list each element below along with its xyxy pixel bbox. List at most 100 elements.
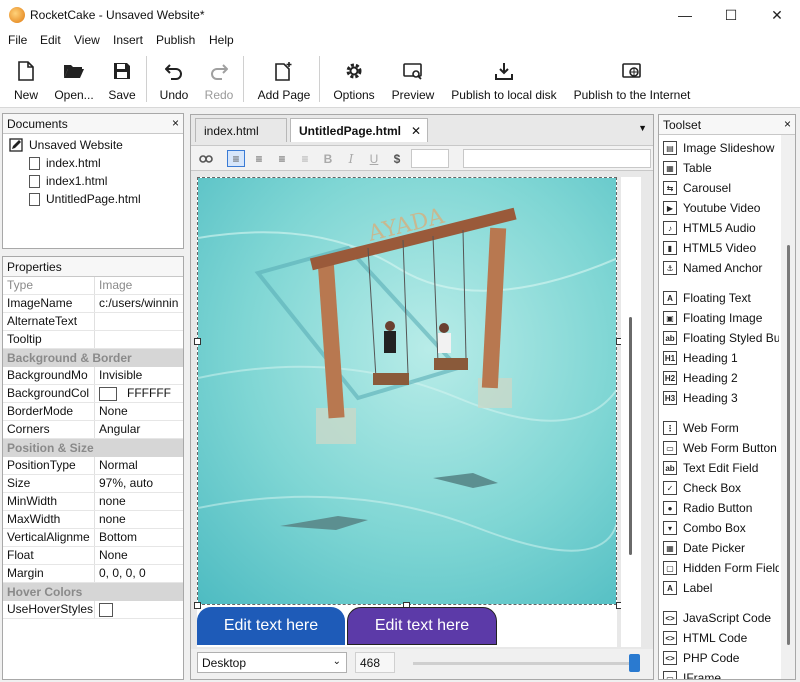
property-row[interactable]: MinWidth none [3,493,183,511]
toolset-item-h3[interactable]: H3 Heading 3 [663,389,738,407]
menu-file[interactable]: File [8,33,27,47]
toolset-item-radio[interactable]: ● Radio Button [663,499,752,517]
property-value[interactable]: Angular [95,421,183,438]
property-value[interactable] [95,313,183,330]
toolset-scroll-thumb[interactable] [787,245,790,645]
toolset-item-combobox[interactable]: ▾ Combo Box [663,519,746,537]
property-value[interactable]: 97%, auto [95,475,183,492]
toolset-item-youtube[interactable]: ▶ Youtube Video [663,199,760,217]
resize-handle[interactable] [194,338,201,345]
property-value[interactable]: c:/users/winnin [95,295,183,312]
toolset-item-hidden-field[interactable]: ▢ Hidden Form Field [663,559,779,577]
property-row[interactable]: Size 97%, auto [3,475,183,493]
tree-root-website[interactable]: Unsaved Website [9,138,123,152]
toolset-item-checkbox[interactable]: ✓ Check Box [663,479,741,497]
toolset-item-form-button[interactable]: ▭ Web Form Button [663,439,777,457]
toolset-item-carousel[interactable]: ⇆ Carousel [663,179,731,197]
property-value[interactable]: FFFFFF [95,385,183,402]
property-row[interactable]: Corners Angular [3,421,183,439]
tab-list-dropdown-icon[interactable]: ▼ [638,123,647,133]
width-slider-thumb[interactable] [629,654,640,672]
publish-local-button[interactable]: Publish to local disk [450,50,558,106]
property-value[interactable]: 0, 0, 0, 0 [95,565,183,582]
property-value[interactable]: Normal [95,457,183,474]
style-dollar-icon[interactable]: $ [388,150,406,167]
property-value[interactable]: None [95,403,183,420]
toolset-item-text[interactable]: A Floating Text [663,289,751,307]
property-row[interactable]: MaxWidth none [3,511,183,529]
toolset-item-image[interactable]: ▣ Floating Image [663,309,762,327]
tab-index-html[interactable]: index.html [195,118,287,142]
property-row[interactable]: Float None [3,547,183,565]
new-button[interactable]: New [10,50,42,106]
resize-handle[interactable] [194,602,201,609]
preview-button[interactable]: Preview [390,50,436,106]
toolset-item-label[interactable]: A Label [663,579,712,597]
toolset-item-styled-button[interactable]: ab Floating Styled But [663,329,779,347]
toolset-item-form[interactable]: ⋮ Web Form [663,419,739,437]
italic-icon[interactable]: I [342,150,360,167]
menu-help[interactable]: Help [209,33,234,47]
font-size-dropdown[interactable] [411,149,449,168]
property-value[interactable]: None [95,547,183,564]
color-swatch[interactable] [99,386,117,401]
toolset-item-text-field[interactable]: ab Text Edit Field [663,459,758,477]
tree-item-index1-html[interactable]: index1.html [29,174,107,188]
property-category[interactable]: Position & Size [3,439,183,457]
property-row[interactable]: BackgroundMo Invisible [3,367,183,385]
property-row[interactable]: VerticalAlignme Bottom [3,529,183,547]
add-page-button[interactable]: Add Page [256,50,312,106]
property-row[interactable]: Tooltip [3,331,183,349]
align-right-icon[interactable]: ≡ [273,150,291,167]
property-value[interactable] [95,331,183,348]
toolset-item-h2[interactable]: H2 Heading 2 [663,369,738,387]
toolset-item-iframe[interactable]: ▭ IFrame [663,669,721,679]
toolset-item-audio[interactable]: ♪ HTML5 Audio [663,219,756,237]
property-value[interactable] [95,601,183,618]
underline-icon[interactable]: U [365,150,383,167]
bold-icon[interactable]: B [319,150,337,167]
minimize-button[interactable]: — [662,0,708,30]
open-button[interactable]: Open... [52,50,96,106]
beach-swing-image[interactable]: AYADA [197,177,617,605]
toolset-item-slideshow[interactable]: ▤ Image Slideshow [663,139,774,157]
toolset-item-js[interactable]: <> JavaScript Code [663,609,771,627]
property-value[interactable]: Invisible [95,367,183,384]
tab-close-icon[interactable]: ✕ [411,124,421,138]
property-row[interactable]: UseHoverStyles [3,601,183,619]
property-row[interactable]: ImageName c:/users/winnin [3,295,183,313]
save-button[interactable]: Save [106,50,138,106]
menu-edit[interactable]: Edit [40,33,61,47]
align-left-icon[interactable]: ≡ [227,150,245,167]
toolset-item-table[interactable]: ▦ Table [663,159,712,177]
scrollbar-thumb[interactable] [629,317,632,555]
toolset-item-video[interactable]: ▮ HTML5 Video [663,239,756,257]
toolset-item-php[interactable]: <> PHP Code [663,649,739,667]
canvas-vertical-scrollbar[interactable] [621,177,641,647]
toolset-item-h1[interactable]: H1 Heading 1 [663,349,738,367]
property-row[interactable]: Margin 0, 0, 0, 0 [3,565,183,583]
toolset-close-icon[interactable]: × [784,117,791,131]
width-slider-track[interactable] [413,662,631,665]
hover-styles-checkbox[interactable] [99,602,113,617]
width-value-field[interactable]: 468 [355,652,395,673]
menu-insert[interactable]: Insert [113,33,143,47]
undo-button[interactable]: Undo [156,50,192,106]
toolset-scrollbar[interactable] [781,135,795,679]
toolset-item-anchor[interactable]: ⚓ Named Anchor [663,259,762,277]
close-button[interactable]: ✕ [754,0,800,30]
documents-close-icon[interactable]: × [172,116,179,130]
align-center-icon[interactable]: ≡ [250,150,268,167]
menu-view[interactable]: View [74,33,100,47]
maximize-button[interactable]: ☐ [708,0,754,30]
font-family-field[interactable] [463,149,651,168]
redo-button[interactable]: Redo [202,50,236,106]
property-value[interactable]: none [95,511,183,528]
link-icon[interactable] [197,150,215,167]
edit-text-button-2[interactable]: Edit text here [347,607,497,645]
property-row[interactable]: AlternateText [3,313,183,331]
property-category[interactable]: Background & Border [3,349,183,367]
property-value[interactable]: none [95,493,183,510]
property-row[interactable]: PositionType Normal [3,457,183,475]
toolset-item-date-picker[interactable]: ▦ Date Picker [663,539,745,557]
